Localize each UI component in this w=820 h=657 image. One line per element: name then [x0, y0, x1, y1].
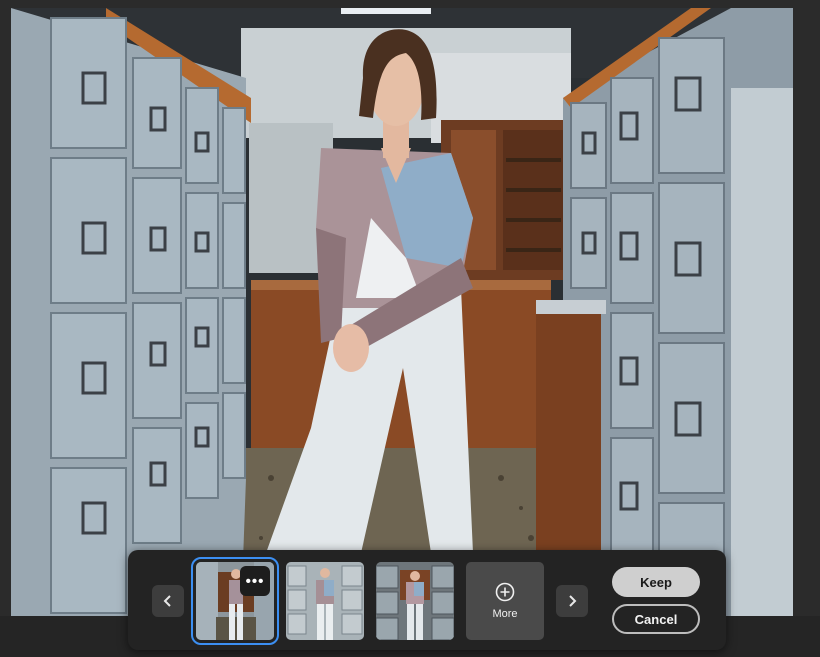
next-variation-button[interactable]	[556, 585, 588, 617]
variation-thumbnail-image	[286, 562, 364, 640]
variation-thumbnail-2[interactable]	[286, 562, 364, 640]
chevron-left-icon	[163, 595, 171, 607]
chevron-right-icon	[569, 595, 577, 607]
cancel-button[interactable]: Cancel	[612, 604, 700, 634]
more-label: More	[492, 608, 518, 620]
variation-thumbnail-1[interactable]: •••	[191, 557, 279, 645]
generated-image-canvas	[11, 8, 793, 616]
variation-thumbnail-3[interactable]	[376, 562, 454, 640]
variation-thumbnail-image	[376, 562, 454, 640]
generated-image	[11, 8, 793, 616]
variations-panel: ••• More Keep Cancel	[128, 550, 726, 650]
thumbnail-options-button[interactable]: •••	[240, 566, 270, 596]
plus-circle-icon	[495, 582, 515, 602]
more-variations-button[interactable]: More	[466, 562, 544, 640]
keep-button[interactable]: Keep	[612, 567, 700, 597]
ellipsis-icon: •••	[245, 572, 265, 590]
previous-variation-button[interactable]	[152, 585, 184, 617]
